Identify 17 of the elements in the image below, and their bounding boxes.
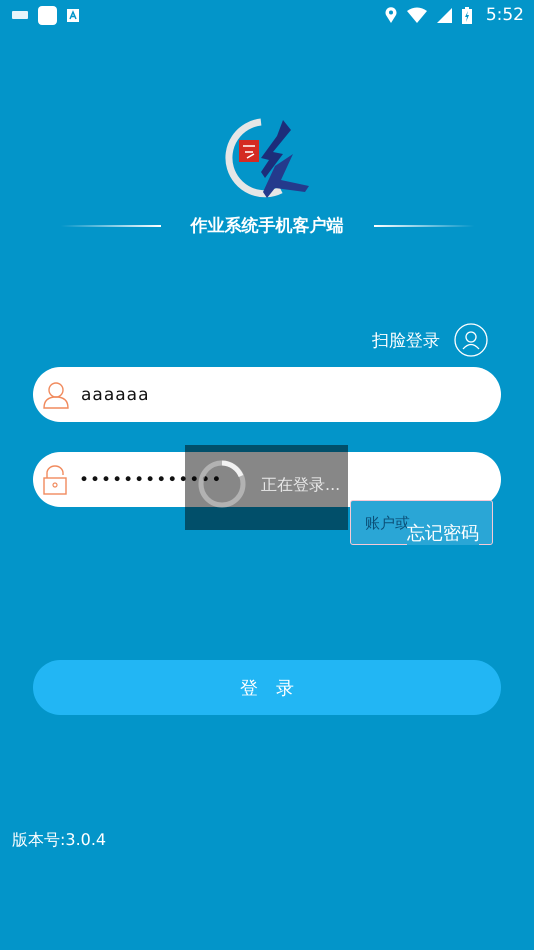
location-icon	[384, 7, 397, 23]
login-button[interactable]: 登 录	[33, 660, 501, 715]
text-icon	[67, 8, 79, 22]
wifi-icon	[406, 7, 427, 23]
app-title: 作业系统手机客户端	[190, 215, 344, 237]
face-login-link[interactable]: 扫脸登录	[372, 328, 440, 352]
forgot-password-link[interactable]: 忘记密码	[407, 521, 479, 545]
status-time: 5:52	[486, 5, 524, 25]
version-text: 版本号:3.0.4	[12, 830, 108, 851]
loading-text: 正在登录...	[261, 475, 340, 496]
app-icon	[38, 6, 57, 24]
battery-icon	[462, 6, 472, 24]
signal-icon	[436, 8, 452, 22]
unlock-icon	[43, 464, 67, 494]
username-field[interactable]: aaaaaa	[33, 367, 501, 422]
face-scan-icon[interactable]	[454, 323, 488, 357]
user-icon	[43, 380, 69, 408]
